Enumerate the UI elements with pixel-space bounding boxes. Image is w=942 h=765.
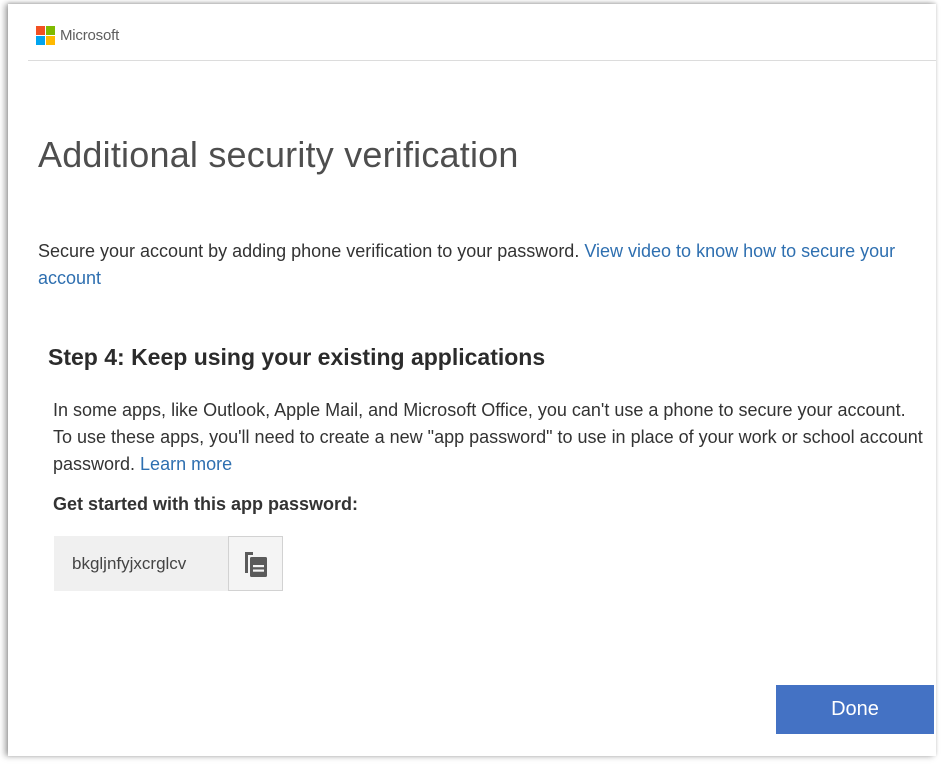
intro-text: Secure your account by adding phone veri… — [38, 241, 585, 261]
page-title: Additional security verification — [38, 134, 519, 175]
copy-button[interactable] — [228, 536, 283, 591]
app-password-box: bkgljnfyjxcrglcv — [54, 536, 283, 591]
step-title: Step 4: Keep using your existing applica… — [48, 344, 546, 370]
learn-more-link[interactable]: Learn more — [140, 454, 232, 474]
app-password-value: bkgljnfyjxcrglcv — [54, 536, 228, 591]
app-password-label: Get started with this app password: — [53, 494, 359, 514]
copy-icon — [244, 551, 267, 577]
logo-square-red — [36, 26, 45, 35]
logo-square-yellow — [46, 36, 55, 45]
microsoft-logo: Microsoft — [36, 26, 119, 45]
verification-dialog: Microsoft Additional security verificati… — [8, 4, 936, 756]
microsoft-logo-icon — [36, 26, 55, 45]
logo-square-blue — [36, 36, 45, 45]
brand-name: Microsoft — [60, 27, 120, 44]
intro-paragraph: Secure your account by adding phone veri… — [38, 238, 928, 292]
header: Microsoft — [28, 4, 936, 61]
done-button[interactable]: Done — [776, 685, 934, 734]
logo-square-green — [46, 26, 55, 35]
step-description: In some apps, like Outlook, Apple Mail, … — [53, 397, 923, 478]
